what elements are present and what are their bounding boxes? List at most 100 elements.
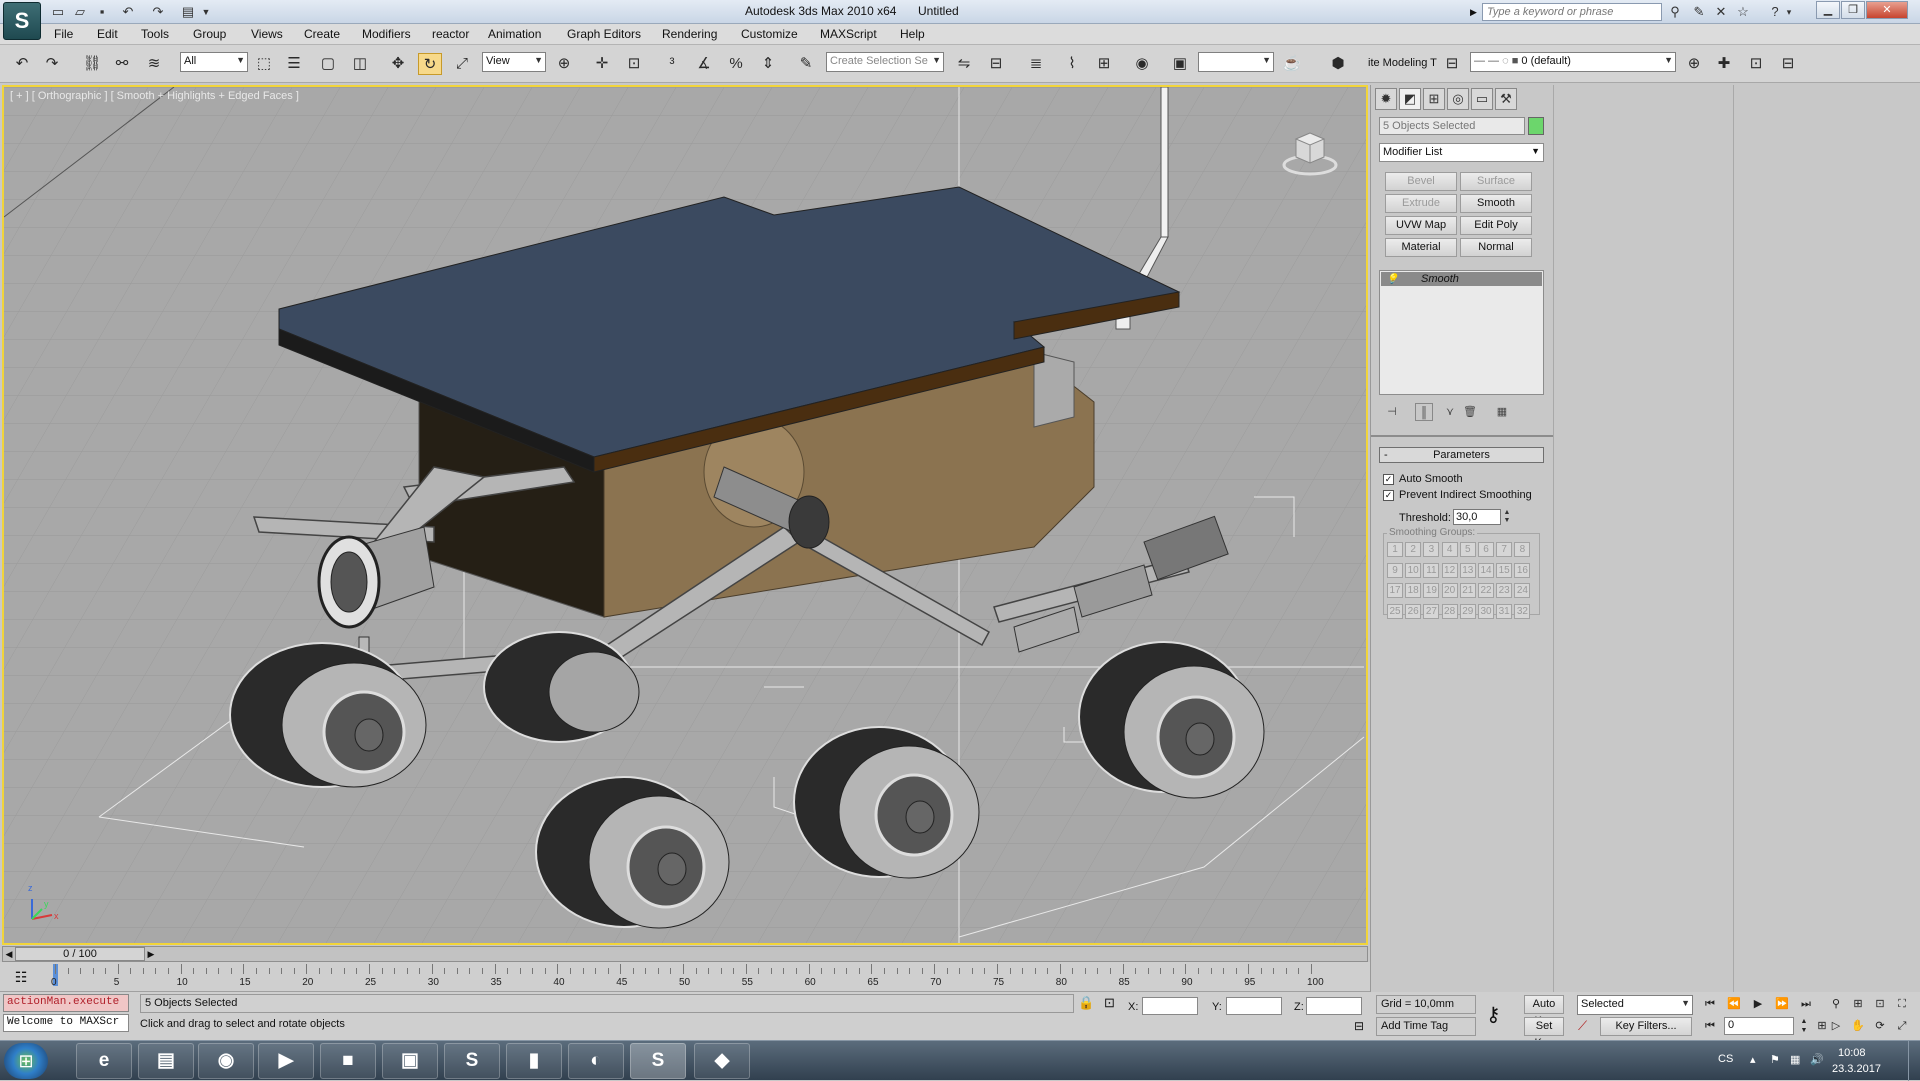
select-object-icon[interactable]: ⬚ [252,53,276,75]
snaps-toggle-icon[interactable]: ³ [660,53,684,75]
modify-tab-icon[interactable]: ◩ [1399,88,1421,110]
minimize-button[interactable]: ▁ [1816,1,1840,19]
parameters-rollout-header[interactable]: - Parameters [1379,447,1544,463]
menu-views[interactable]: Views [251,27,283,41]
clock-time[interactable]: 10:08 [1838,1047,1866,1059]
motion-tab-icon[interactable]: ◎ [1447,88,1469,110]
select-and-link-icon[interactable]: ⛓ [80,53,104,75]
auto-smooth-checkbox[interactable]: ✓ [1383,474,1394,485]
key-filters-button[interactable]: Key Filters... [1600,1017,1692,1036]
previous-frame-icon[interactable]: ⏪ [1724,995,1744,1013]
smoothing-group-9-button[interactable]: 9 [1387,562,1403,578]
threshold-spinner[interactable]: ▲ ▼ [1502,509,1512,525]
modifier-set-material-button[interactable]: Material [1385,238,1457,257]
go-to-start-icon[interactable]: ⏮ [1700,995,1720,1013]
render-setup-icon[interactable]: ▣ [1168,53,1192,75]
selection-filter-dropdown[interactable]: All ▼ [180,52,248,72]
time-slider-next-icon[interactable]: ▶ [145,947,157,961]
menu-customize[interactable]: Customize [741,27,798,41]
maximize-button[interactable]: ❐ [1841,1,1865,19]
render-preset-dropdown[interactable]: ▼ [1198,52,1274,72]
threshold-input[interactable]: 30,0 [1453,509,1501,525]
pin-stack-icon[interactable]: ⊣ [1383,403,1401,421]
pan-view-icon[interactable]: ✋ [1848,1017,1868,1035]
graphite-cube-icon[interactable]: ⬢ [1326,53,1350,75]
reference-coordinate-dropdown[interactable]: View ▼ [482,52,546,72]
usb-app-icon[interactable]: ▮ [506,1043,562,1079]
current-frame-spinner[interactable]: ▲ ▼ [1794,1017,1814,1035]
smoothing-group-11-button[interactable]: 11 [1423,562,1440,578]
menu-create[interactable]: Create [304,27,340,41]
modifier-list-dropdown[interactable]: Modifier List ▼ [1379,143,1544,162]
smoothing-group-8-button[interactable]: 8 [1514,542,1531,557]
menu-tools[interactable]: Tools [141,27,169,41]
smoothing-group-17-button[interactable]: 17 [1387,583,1403,598]
named-selection-dropdown[interactable]: Create Selection Se ▼ [826,52,944,72]
select-and-scale-icon[interactable]: ⤢ [450,53,474,75]
smoothing-group-29-button[interactable]: 29 [1459,603,1476,619]
create-layer-icon[interactable]: ⊕ [1682,53,1706,75]
undo-icon[interactable]: ↶ [10,53,34,75]
make-unique-icon[interactable]: ⋎ [1441,403,1459,421]
smoothing-group-12-button[interactable]: 12 [1441,562,1458,578]
communication-icon[interactable]: ✕ [1712,3,1730,21]
add-to-layer-icon[interactable]: ✚ [1712,53,1736,75]
smoothing-group-14-button[interactable]: 14 [1478,562,1494,578]
network-icon[interactable]: ▦ [1790,1053,1800,1066]
input-language[interactable]: CS [1718,1053,1733,1065]
rectangular-selection-icon[interactable]: ▢ [316,53,340,75]
display-tab-icon[interactable]: ▭ [1471,88,1493,110]
smoothing-group-3-button[interactable]: 3 [1423,542,1440,557]
close-button[interactable]: ✕ [1866,1,1908,19]
menu-reactor[interactable]: reactor [432,27,469,41]
perspective-viewport[interactable]: [ + ] [ Orthographic ] [ Smooth + Highli… [2,85,1368,945]
viewcube[interactable] [1282,123,1338,179]
time-tag-icon[interactable]: ⊟ [1354,1019,1364,1033]
project-folder-icon[interactable]: ▤ [178,3,198,21]
edit-named-selection-icon[interactable]: ✎ [794,53,818,75]
next-frame-icon[interactable]: ⏩ [1772,995,1792,1013]
photoshop-elements-icon[interactable]: ◐ [568,1043,624,1079]
select-and-move-icon[interactable]: ✥ [386,53,410,75]
object-color-swatch[interactable] [1528,117,1544,135]
select-and-rotate-icon[interactable]: ↻ [418,53,442,75]
key-mode-dropdown[interactable]: Selected ▼ [1577,995,1693,1015]
redo-icon[interactable]: ↷ [148,3,168,21]
smoothing-group-19-button[interactable]: 19 [1423,583,1440,598]
configure-modifier-sets-icon[interactable]: ▦ [1493,403,1511,421]
smoothing-group-32-button[interactable]: 32 [1514,603,1531,619]
absolute-mode-icon[interactable]: ⊡ [1104,995,1115,1011]
zoom-all-icon[interactable]: ⊞ [1848,995,1868,1013]
redo-icon[interactable]: ↷ [40,53,64,75]
select-by-name-icon[interactable]: ☰ [282,53,306,75]
spinner-snap-icon[interactable]: ⇕ [756,53,780,75]
graphite-ribbon-label[interactable]: ite Modeling T [1368,57,1437,69]
layer-dialog-icon[interactable]: ⊟ [1440,53,1464,75]
media-player-icon[interactable]: ▶ [258,1043,314,1079]
smoothing-group-31-button[interactable]: 31 [1496,603,1513,619]
chrome-icon[interactable]: ◉ [198,1043,254,1079]
layer-manager-icon[interactable]: ≣ [1024,53,1048,75]
menu-modifiers[interactable]: Modifiers [362,27,411,41]
unlink-selection-icon[interactable]: ⚯ [110,53,134,75]
bind-to-space-warp-icon[interactable]: ≋ [142,53,166,75]
lock-selection-icon[interactable]: 🔒 [1078,995,1094,1011]
maximize-viewport-icon[interactable]: ⤢ [1892,1017,1912,1035]
menu-group[interactable]: Group [193,27,226,41]
stack-item-smooth[interactable]: 💡 Smooth [1381,272,1542,286]
open-file-icon[interactable]: ▱ [70,3,90,21]
app-logo-button[interactable]: S [3,2,41,40]
window-crossing-icon[interactable]: ◫ [348,53,372,75]
render-production-icon[interactable]: ☕ [1280,53,1304,75]
angle-snap-icon[interactable]: ∡ [692,53,716,75]
keyboard-shortcut-toggle-icon[interactable]: ⊡ [622,53,646,75]
file-explorer-icon[interactable]: ▤ [138,1043,194,1079]
modifier-set-extrude-button[interactable]: Extrude [1385,194,1457,213]
tray-expand-icon[interactable]: ▴ [1750,1053,1756,1066]
current-frame-field[interactable]: 0 [1724,1017,1794,1035]
lightbulb-icon[interactable]: 💡 [1386,273,1398,287]
zoom-icon[interactable]: ⚲ [1826,995,1846,1013]
play-icon[interactable]: ▶ [1748,995,1768,1013]
smoothing-group-10-button[interactable]: 10 [1405,562,1422,578]
menu-graph-editors[interactable]: Graph Editors [567,27,641,41]
